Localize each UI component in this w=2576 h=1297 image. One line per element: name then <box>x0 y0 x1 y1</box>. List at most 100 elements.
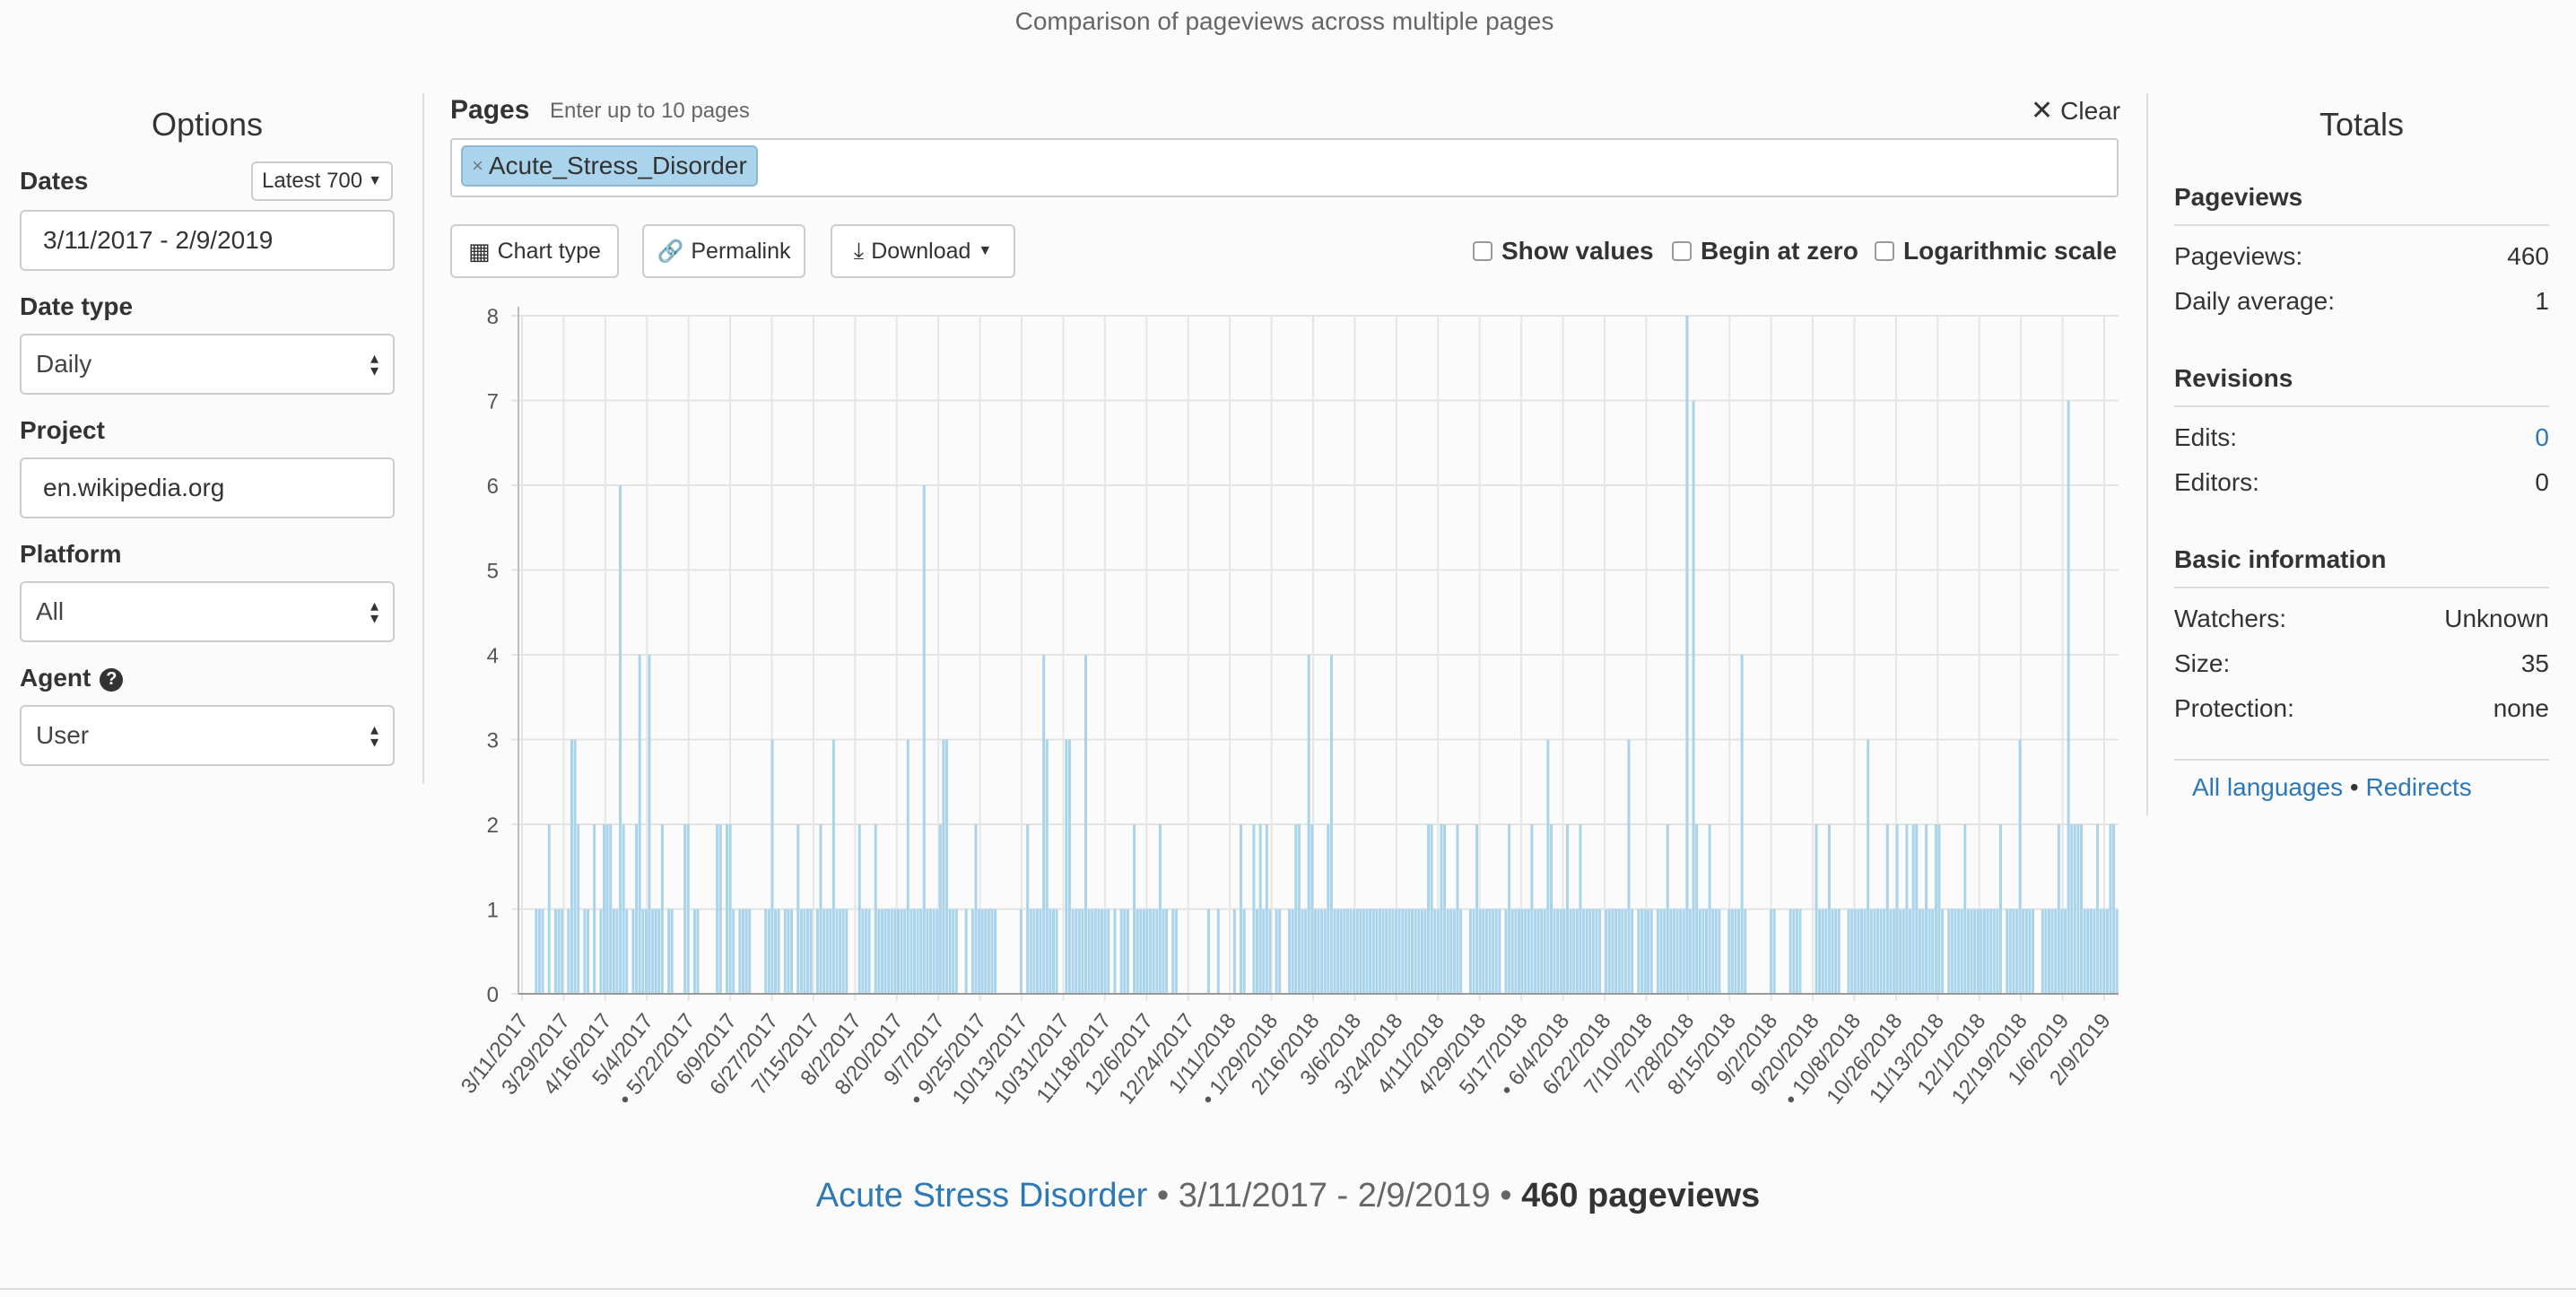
protection-label: Protection: <box>2174 694 2294 722</box>
chart-bar <box>1029 909 1032 994</box>
begin-at-zero-checkbox[interactable] <box>1672 241 1692 261</box>
chart-bar <box>942 739 945 994</box>
summary-page-link[interactable]: Acute Stress Disorder <box>816 1177 1148 1214</box>
chart-bar <box>1097 909 1101 994</box>
platform-select[interactable]: All ▴ ▾ <box>20 581 395 642</box>
chart-bar <box>796 824 800 994</box>
chart-bar <box>1026 824 1030 994</box>
chart-bar <box>1672 909 1675 994</box>
chart-bar <box>893 909 897 994</box>
chart-bar <box>1152 909 1155 994</box>
download-icon: ⤓ <box>853 237 865 264</box>
help-icon[interactable]: ? <box>100 667 124 692</box>
caret-down-icon: ▼ <box>978 243 993 258</box>
chart-bar <box>1385 909 1388 994</box>
chart-bar <box>1893 909 1896 994</box>
chart-bar <box>651 909 655 994</box>
agent-select[interactable]: User ▴ ▾ <box>20 705 395 766</box>
chart-bar <box>1685 316 1689 994</box>
edits-value-link[interactable]: 0 <box>2535 423 2549 452</box>
chart-bar <box>1708 824 1711 994</box>
chart-bar <box>619 485 622 994</box>
log-scale-checkbox[interactable] <box>1875 241 1894 261</box>
chart-bar <box>1737 909 1741 994</box>
chart-bar <box>1142 909 1145 994</box>
chart-bar <box>1701 909 1705 994</box>
chart-bar <box>1931 909 1935 994</box>
chart-bar <box>631 909 635 994</box>
permalink-button[interactable]: 🔗 Permalink <box>642 224 805 278</box>
latest-range-button[interactable]: Latest 700 ▼ <box>251 161 393 201</box>
summary-separator: • <box>1500 1177 1512 1214</box>
chart-bar <box>1494 909 1498 994</box>
chart-bar <box>770 739 774 994</box>
chart-bar <box>819 824 822 994</box>
editors-value: 0 <box>2535 468 2549 496</box>
chart-bar <box>1579 824 1582 994</box>
chart-bar <box>609 824 613 994</box>
y-tick-label: 0 <box>487 983 499 1007</box>
y-tick-label: 6 <box>487 474 499 499</box>
chart-bar <box>1081 909 1084 994</box>
chart-bar <box>1103 909 1107 994</box>
date-type-select[interactable]: Daily ▴ ▾ <box>20 334 395 395</box>
chart-bar <box>767 909 770 994</box>
chart-type-button[interactable]: ▦ Chart type <box>450 224 619 278</box>
chart-bar <box>825 909 829 994</box>
remove-tag-icon[interactable]: × <box>472 154 483 178</box>
chart-bar <box>2064 909 2067 994</box>
chart-bar <box>774 909 778 994</box>
chart-bar <box>1301 909 1304 994</box>
chart-bar <box>1559 909 1562 994</box>
chart-bar <box>916 909 919 994</box>
chart-bar <box>1698 909 1701 994</box>
chart-bar <box>1895 824 1899 994</box>
chart-bar <box>2012 909 2015 994</box>
project-input[interactable]: en.wikipedia.org <box>20 457 395 518</box>
project-label: Project <box>20 416 105 444</box>
clear-button[interactable]: ✕ Clear <box>2031 95 2120 126</box>
page-tag[interactable]: × Acute_Stress_Disorder <box>461 145 758 187</box>
all-languages-link[interactable]: All languages <box>2192 773 2343 801</box>
chart-bar <box>990 909 994 994</box>
daily-average-row: Daily average: 1 <box>2174 287 2549 316</box>
chart-bar <box>1982 909 1986 994</box>
show-values-checkbox[interactable] <box>1473 241 1493 261</box>
redirects-link[interactable]: Redirects <box>2366 773 2472 801</box>
chart-bar <box>1992 909 1996 994</box>
chart-bar <box>1533 909 1536 994</box>
chart-bar <box>1113 909 1117 994</box>
chart-bar <box>1394 909 1397 994</box>
pages-hint: Enter up to 10 pages <box>550 99 750 123</box>
chart-bar <box>906 739 909 994</box>
chart-bar <box>1091 909 1094 994</box>
chart-bar <box>1174 909 1178 994</box>
chart-bar <box>1954 909 1957 994</box>
dates-input[interactable]: 3/11/2017 - 2/9/2019 <box>20 210 395 271</box>
size-value: 35 <box>2520 649 2549 677</box>
chart-bar <box>887 909 891 994</box>
chart-bar <box>741 909 744 994</box>
date-type-label: Date type <box>20 292 134 320</box>
download-button[interactable]: ⤓ Download ▼ <box>831 224 1015 278</box>
chart-bar <box>1598 909 1602 994</box>
chart-bar <box>1133 824 1136 994</box>
show-values-option[interactable]: Show values <box>1473 237 1654 265</box>
chart-bar <box>1520 909 1524 994</box>
chart-bar <box>1162 909 1165 994</box>
chart-bar <box>2096 824 2100 994</box>
pageviews-chart[interactable]: 0123456783/11/20173/29/20174/16/20175/4/… <box>439 296 2126 1121</box>
chart-bar <box>547 824 551 994</box>
chart-bar <box>1679 909 1683 994</box>
chart-bar <box>1640 909 1643 994</box>
chart-bar <box>1989 909 1993 994</box>
begin-at-zero-option[interactable]: Begin at zero <box>1672 237 1858 265</box>
chart-bar <box>1375 909 1379 994</box>
pageviews-section-heading: Pageviews <box>2174 183 2549 226</box>
chart-bar <box>1980 909 1983 994</box>
log-scale-option[interactable]: Logarithmic scale <box>1875 237 2117 265</box>
revisions-section-heading: Revisions <box>2174 364 2549 407</box>
chart-bar <box>829 909 832 994</box>
chart-bar <box>1440 824 1443 994</box>
chart-bar <box>1867 739 1870 994</box>
